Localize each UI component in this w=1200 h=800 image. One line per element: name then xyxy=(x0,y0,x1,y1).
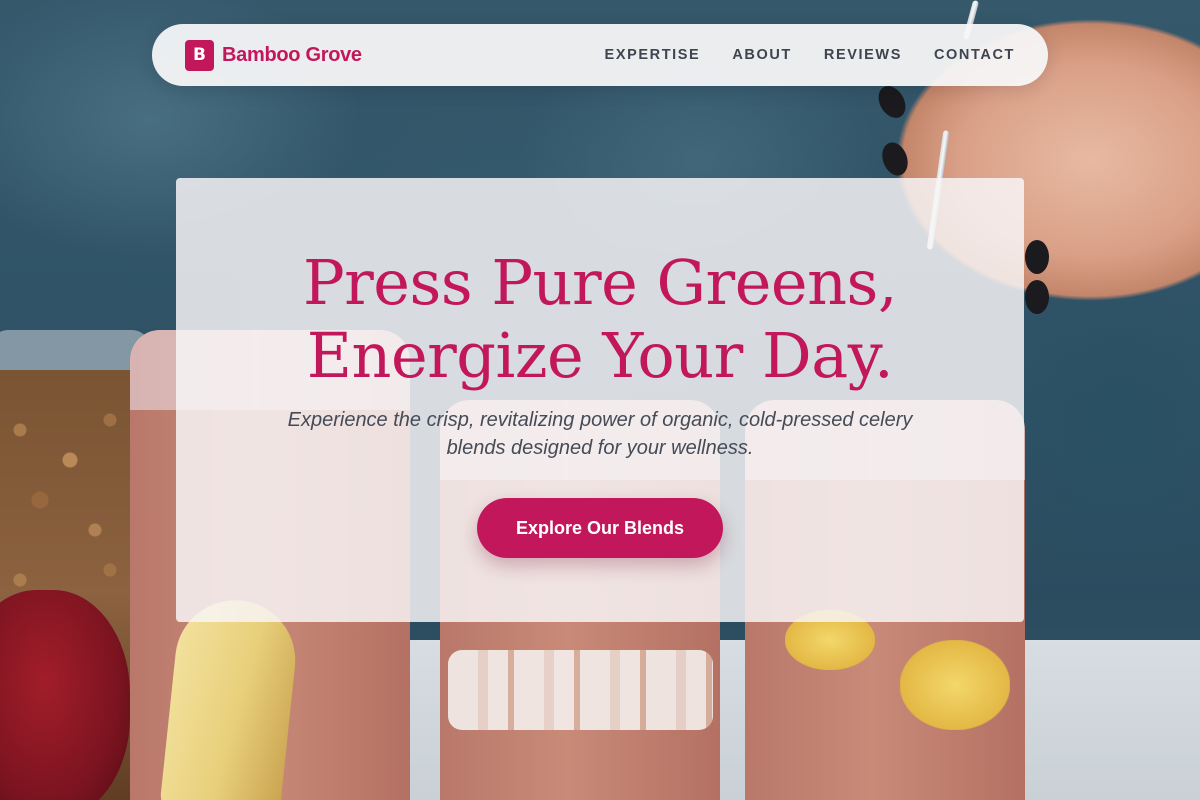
nav-link-expertise[interactable]: EXPERTISE xyxy=(605,47,701,63)
hero-subtitle: Experience the crisp, revitalizing power… xyxy=(250,406,950,462)
nav-link-about[interactable]: ABOUT xyxy=(732,47,792,63)
nav-link-contact[interactable]: CONTACT xyxy=(934,47,1015,63)
fingernail-image xyxy=(1025,280,1049,314)
brand-logo-link[interactable]: B Bamboo Grove xyxy=(185,39,362,71)
explore-blends-button[interactable]: Explore Our Blends xyxy=(477,498,723,558)
top-navbar: B Bamboo Grove EXPERTISE ABOUT REVIEWS C… xyxy=(152,24,1048,86)
fingernail-image xyxy=(1025,240,1049,274)
hero-title: Press Pure Greens, Energize Your Day. xyxy=(302,246,898,392)
hero-title-line-1: Press Pure Greens, xyxy=(302,246,898,319)
nav-menu: EXPERTISE ABOUT REVIEWS CONTACT xyxy=(605,46,1015,64)
hero-card: Press Pure Greens, Energize Your Day. Ex… xyxy=(176,178,1024,622)
hero-subtitle-line-2: blends designed for your wellness. xyxy=(446,437,754,459)
nav-link-reviews[interactable]: REVIEWS xyxy=(824,47,902,63)
hero-title-line-2: Energize Your Day. xyxy=(306,319,894,392)
yogurt-swirl-image xyxy=(448,650,713,730)
brand-logo-icon: B xyxy=(185,39,214,71)
mango-piece-image xyxy=(900,640,1010,730)
brand-name: Bamboo Grove xyxy=(222,43,362,66)
hero-subtitle-line-1: Experience the crisp, revitalizing power… xyxy=(287,409,913,431)
